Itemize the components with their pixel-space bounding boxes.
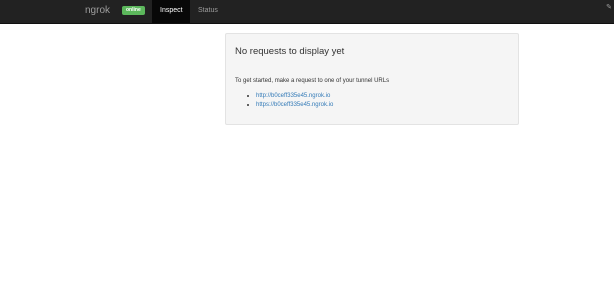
top-navbar: ngrok online Inspect Status ✎ (0, 0, 614, 24)
bullet-icon (247, 95, 249, 97)
status-badge: online (122, 6, 145, 15)
tunnel-url-list: http://b0ceff335e45.ngrok.io https://b0c… (235, 92, 333, 109)
panel-intro-text: To get started, make a request to one of… (235, 78, 390, 84)
tab-inspect[interactable]: Inspect (152, 0, 190, 23)
empty-requests-panel: No requests to display yet To get starte… (225, 33, 519, 125)
panel-title: No requests to display yet (235, 46, 345, 57)
bullet-icon (247, 103, 249, 106)
tab-status[interactable]: Status (190, 0, 226, 23)
pin-icon[interactable]: ✎ (606, 3, 612, 11)
tunnel-url-http-link[interactable]: http://b0ceff335e45.ngrok.io (256, 93, 330, 99)
tunnel-url-https-link[interactable]: https://b0ceff335e45.ngrok.io (256, 102, 333, 108)
list-item: http://b0ceff335e45.ngrok.io (235, 92, 333, 101)
brand-logo[interactable]: ngrok (85, 5, 110, 16)
list-item: https://b0ceff335e45.ngrok.io (235, 101, 333, 110)
